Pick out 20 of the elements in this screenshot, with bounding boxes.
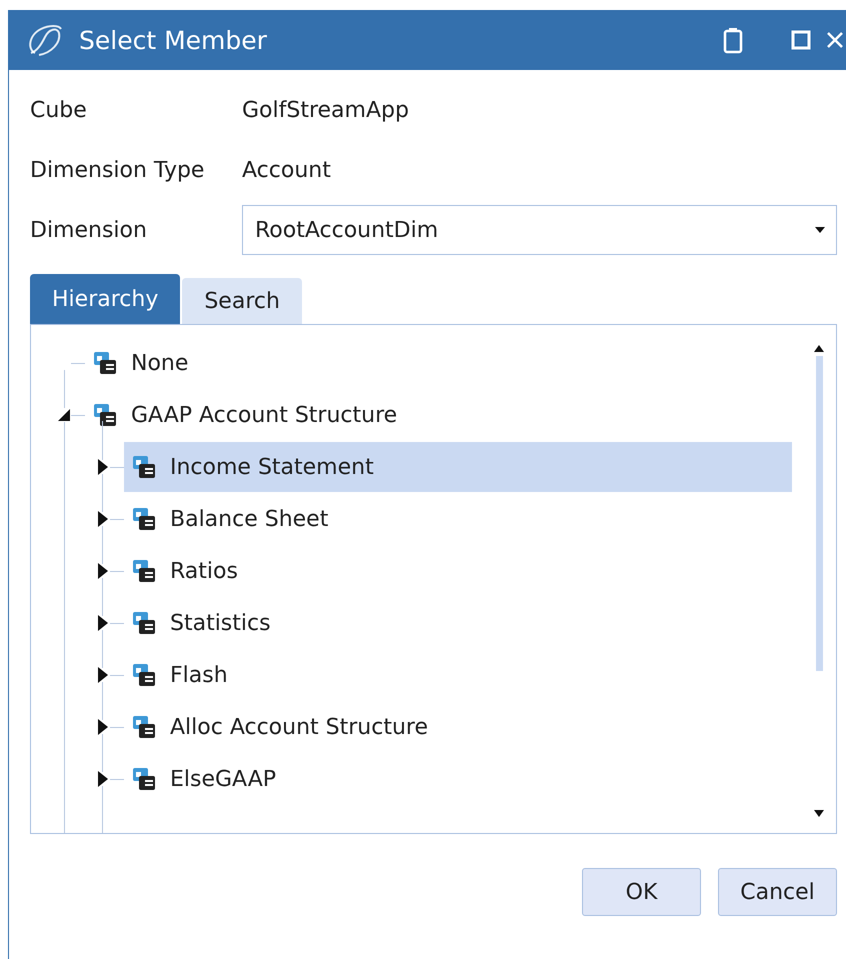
tree-item[interactable]: Alloc Account Structure bbox=[124, 702, 792, 752]
field-label: Dimension bbox=[30, 218, 148, 242]
field-label: Dimension Type bbox=[30, 158, 206, 182]
field-value: Account bbox=[242, 158, 331, 182]
tree-item[interactable]: ElseGAAP bbox=[124, 754, 792, 804]
tree-item[interactable]: GAAP Account Structure bbox=[85, 390, 792, 440]
field-label: Cube bbox=[30, 98, 88, 122]
tree-item[interactable]: Income Statement bbox=[124, 442, 792, 492]
tab[interactable]: Hierarchy bbox=[30, 274, 180, 324]
tree-item[interactable]: Statistics bbox=[124, 598, 792, 648]
dimension-dropdown[interactable]: RootAccountDim bbox=[242, 205, 837, 255]
cancel-button[interactable]: Cancel bbox=[718, 868, 837, 916]
tab[interactable]: Search bbox=[182, 278, 302, 324]
field-value: GolfStreamApp bbox=[242, 98, 409, 122]
tree-item[interactable]: None bbox=[85, 338, 792, 388]
ok-button[interactable]: OK bbox=[582, 868, 701, 916]
window-title: Select Member bbox=[79, 26, 268, 54]
tree-item[interactable]: Flash bbox=[124, 650, 792, 700]
tree-item[interactable]: Balance Sheet bbox=[124, 494, 792, 544]
tree-item[interactable]: Ratios bbox=[124, 546, 792, 596]
